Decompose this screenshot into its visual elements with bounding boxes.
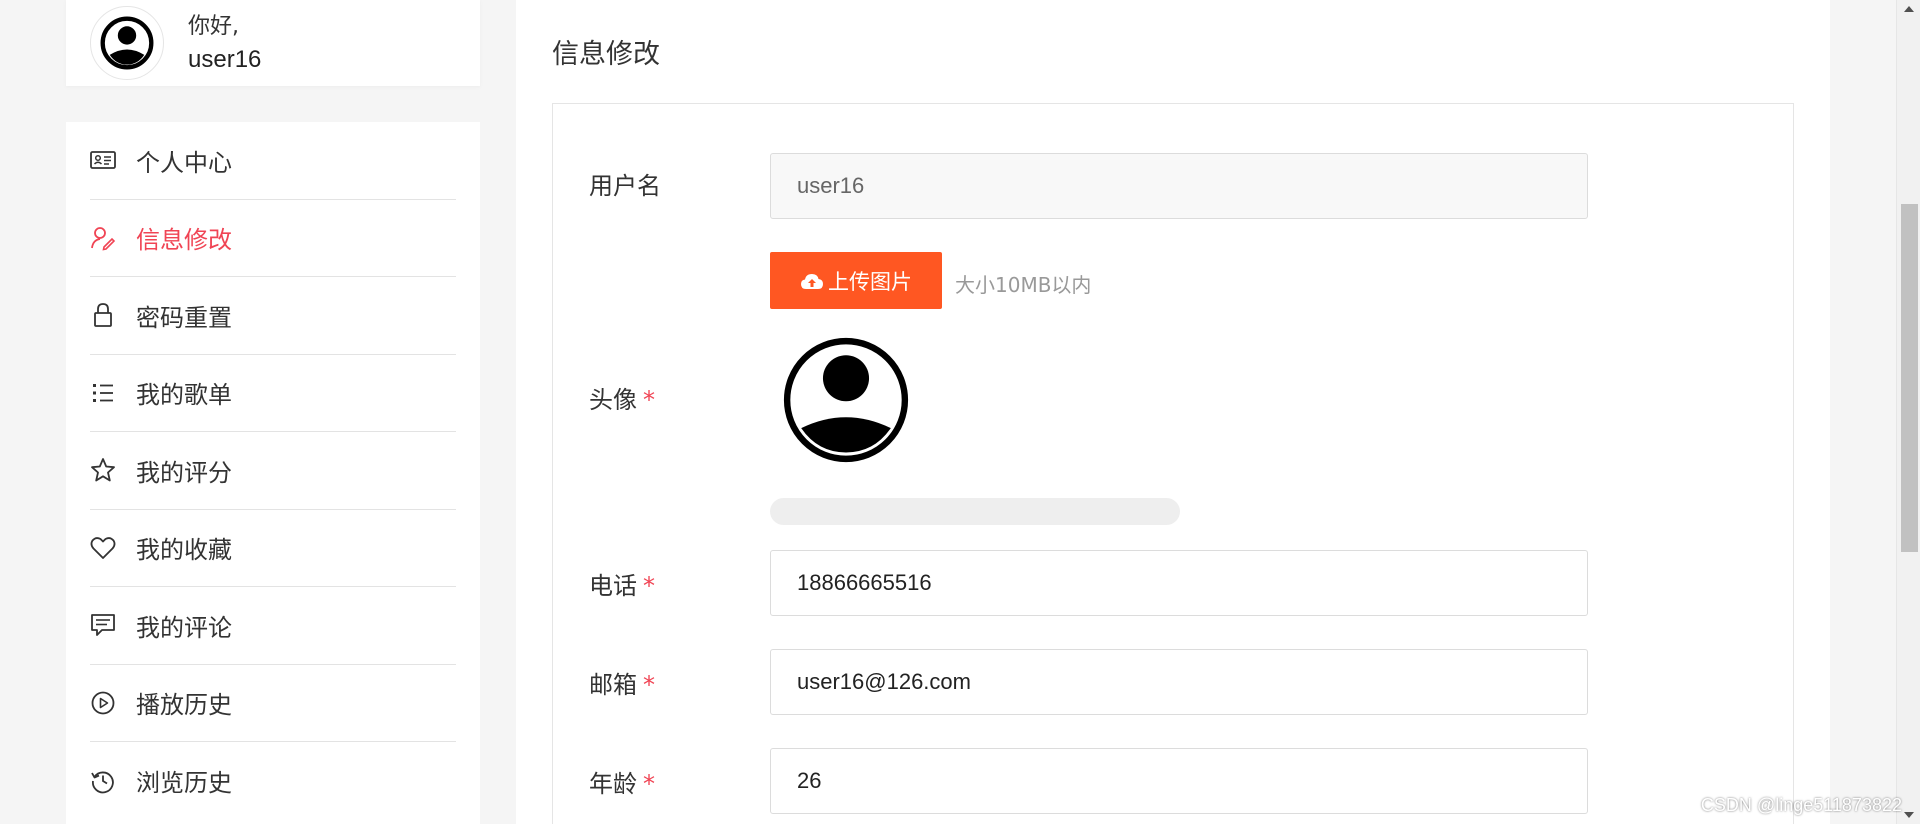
edit-info-form: 用户名 user16 上传图片 大小10MB以内 头像 * 电话 * 1886666… [552,103,1794,824]
sidebar-item-label: 我的评论 [136,613,232,642]
history-icon [90,768,116,794]
avatar[interactable] [90,6,164,80]
phone-label-text: 电话 [589,572,637,600]
avatar-label: 头像 * [589,380,655,415]
sidebar-item-label: 我的评分 [136,458,232,487]
required-mark: * [643,671,655,699]
left-column: 你好, user16 个人中心 信息修改 密码重置 我的歌单 我的评分 我的收藏… [66,0,480,824]
upload-image-button[interactable]: 上传图片 [770,252,942,309]
username-field[interactable]: user16 [770,153,1588,219]
sidebar-item-edit-info[interactable]: 信息修改 [90,200,456,277]
cloud-upload-icon [801,273,823,289]
heart-icon [90,535,116,561]
user-card: 你好, user16 [66,0,480,86]
greeting-text: 你好, [188,14,239,39]
sidebar-item-label: 我的收藏 [136,536,232,565]
email-field[interactable]: user16@126.com [770,649,1588,715]
user-avatar-icon [100,16,154,70]
sidebar-item-my-playlists[interactable]: 我的歌单 [90,355,456,432]
id-card-icon [90,147,116,173]
sidebar-item-personal-center[interactable]: 个人中心 [90,122,456,200]
sidebar-item-my-comments[interactable]: 我的评论 [90,587,456,665]
username-label: 用户名 [589,166,661,201]
sidebar-item-play-history[interactable]: 播放历史 [90,665,456,742]
required-mark: * [643,386,655,414]
sidebar-menu: 个人中心 信息修改 密码重置 我的歌单 我的评分 我的收藏 我的评论 播放历史 … [66,122,480,824]
sidebar-item-label: 信息修改 [136,226,232,255]
sidebar-item-my-favorites[interactable]: 我的收藏 [90,510,456,587]
avatar-label-text: 头像 [589,386,637,414]
upload-progress-bar [770,498,1180,525]
username-label-text: 用户名 [589,172,661,200]
user-avatar-icon [783,337,909,463]
email-label-text: 邮箱 [589,671,637,699]
lock-icon [90,302,116,328]
age-field[interactable]: 26 [770,748,1588,814]
list-icon [90,380,116,406]
main-panel: 信息修改 用户名 user16 上传图片 大小10MB以内 头像 * 电话 * 18… [516,0,1830,824]
scroll-down-icon[interactable] [1904,812,1914,818]
sidebar-item-my-ratings[interactable]: 我的评分 [90,432,456,510]
star-icon [90,457,116,483]
greeting-block: 你好, user16 [188,10,261,76]
watermark: CSDN @linge511873822 [1700,795,1902,815]
sidebar-item-label: 我的歌单 [136,381,232,410]
comment-icon [90,612,116,638]
sidebar-item-label: 密码重置 [136,303,232,332]
scroll-up-icon[interactable] [1904,6,1914,12]
email-label: 邮箱 * [589,665,655,700]
upload-image-label: 上传图片 [828,269,912,294]
sidebar-item-label: 个人中心 [136,148,232,177]
sidebar-item-label: 播放历史 [136,691,232,720]
scrollbar-thumb[interactable] [1901,204,1918,552]
play-circle-icon [90,690,116,716]
page-scrollbar[interactable] [1896,0,1920,824]
age-label-text: 年龄 [589,770,637,798]
sidebar-item-browse-history[interactable]: 浏览历史 [90,742,456,820]
sidebar-item-label: 浏览历史 [136,769,232,798]
required-mark: * [643,770,655,798]
age-label: 年龄 * [589,764,655,799]
sidebar-item-password-reset[interactable]: 密码重置 [90,277,456,355]
user-name: user16 [188,46,262,73]
page-title: 信息修改 [552,39,660,70]
phone-label: 电话 * [589,566,655,601]
user-edit-icon [90,225,116,251]
upload-size-tip: 大小10MB以内 [955,273,1092,297]
required-mark: * [643,572,655,600]
phone-field[interactable]: 18866665516 [770,550,1588,616]
avatar-preview [782,336,910,468]
